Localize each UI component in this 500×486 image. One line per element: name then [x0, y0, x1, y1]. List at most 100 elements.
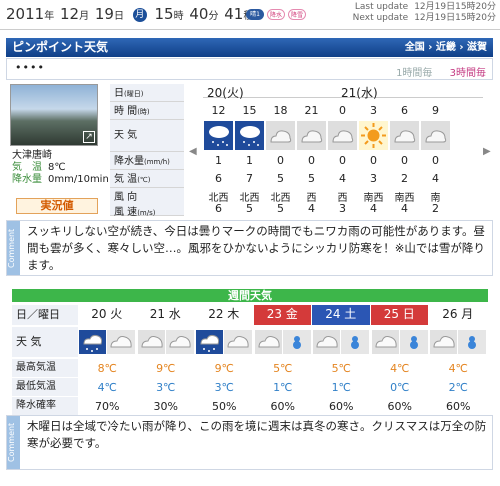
mode-pill-3[interactable]: 降雪 — [288, 9, 306, 20]
day-label-21: 21(水) — [341, 86, 378, 100]
current-datetime: 2011年 12月 19日 月 15時 40分 41秒 — [6, 5, 253, 23]
weekly-day-header: 21 水 — [149, 307, 181, 321]
weekly-max-temp: 5℃ — [273, 362, 293, 375]
wind-dir-cell: 西 — [337, 193, 348, 204]
weekly-min-temp: 3℃ — [214, 381, 234, 394]
mode-pill-1[interactable]: 晴1 — [246, 9, 264, 20]
weekly-cloud-rain-icon — [196, 330, 252, 354]
wind-dir-cell: 南 — [430, 193, 441, 204]
comment-tab: Comment — [7, 416, 20, 469]
row-label-precip: 降水量(mm/h) — [110, 152, 184, 170]
hour-cell: 21 — [304, 104, 319, 117]
weekly-col-label: 日／曜日 — [12, 305, 78, 325]
precip-cell: 0 — [277, 154, 284, 167]
row-label-day: 日(曜日) — [110, 84, 184, 102]
dots-indicator: •••• — [15, 61, 45, 74]
wind-speed-cell: 3 — [339, 202, 346, 215]
temp-cell: 6 — [215, 172, 222, 185]
weekly-max-temp: 8℃ — [97, 362, 117, 375]
temp-cell: 7 — [246, 172, 253, 185]
nav-link-shiga[interactable]: 滋賀 — [467, 42, 487, 53]
toggle-1h[interactable]: 1時間毎 — [396, 68, 432, 79]
sun-icon — [359, 121, 388, 150]
station-name: 大津唐崎 — [12, 150, 52, 161]
weekly-rain-cloud-icon — [79, 330, 135, 354]
weekly-pop: 50% — [212, 400, 237, 413]
cloud-icon — [297, 121, 326, 150]
hour-cell: 15 — [242, 104, 257, 117]
row-label-weather: 天 気 — [110, 120, 184, 152]
weekly-pop: 60% — [387, 400, 412, 413]
comment-box-pinpoint: Comment スッキリしない空が続き、今日は曇りマークの時間でもニワカ雨の可能… — [6, 220, 493, 276]
weekly-pop: 30% — [153, 400, 178, 413]
hour-cell: 3 — [370, 104, 377, 117]
precip-cell: 0 — [401, 154, 408, 167]
rain-icon — [204, 121, 233, 150]
weekly-pop: 60% — [446, 400, 471, 413]
weekly-min-temp: 4℃ — [97, 381, 117, 394]
row-label-temp: 気 温(℃) — [110, 170, 184, 188]
live-camera-photo[interactable]: ↗ — [10, 84, 98, 146]
precip-cell: 0 — [370, 154, 377, 167]
precip-cell: 0 — [308, 154, 315, 167]
weekly-cloud-snow-icon — [254, 330, 311, 354]
expand-icon[interactable]: ↗ — [83, 131, 95, 143]
temp-cell: 3 — [370, 172, 377, 185]
weekly-day-header: 23 金 — [253, 305, 311, 325]
station-temp: 8℃ — [48, 162, 66, 173]
next-arrow-icon[interactable]: ▶ — [483, 146, 491, 157]
nav-link-kinki[interactable]: 近畿 — [436, 42, 456, 53]
weekly-max-label: 最高気温 — [12, 359, 78, 377]
hour-cell: 6 — [401, 104, 408, 117]
cloud-icon — [421, 121, 450, 150]
live-observation-button[interactable]: 実況値 — [16, 198, 98, 214]
weekly-day-header: 20 火 — [91, 307, 123, 321]
weekly-cloud-snow-icon — [313, 330, 369, 354]
wind-dir-cell: 西 — [306, 193, 317, 204]
wind-speed-cell: 5 — [246, 202, 253, 215]
weekly-pop: 60% — [270, 400, 295, 413]
temp-cell: 4 — [432, 172, 439, 185]
comment-box-weekly: Comment 木曜日は全域で冷たい雨が降り、この雨を境に週末は真冬の寒さ。クリ… — [6, 415, 493, 470]
nav-link-all[interactable]: 全国 — [405, 42, 425, 53]
wind-dir-cell: 南西 — [394, 193, 415, 204]
weekly-title: 週間天気 — [12, 289, 488, 302]
weekly-cloud-snow-icon — [430, 330, 486, 354]
weekly-cloud-icon — [137, 330, 194, 354]
weekly-min-temp: 1℃ — [331, 381, 351, 394]
wind-speed-cell: 4 — [308, 202, 315, 215]
weekly-min-temp: 0℃ — [390, 381, 410, 394]
mode-pills: 晴1 降水 降雪 — [246, 9, 306, 20]
comment-tab: Comment — [7, 221, 20, 275]
view-toggle-bar: •••• 1時間毎 3時間毎 — [6, 58, 493, 80]
precip-cell: 0 — [339, 154, 346, 167]
comment-text-pinpoint: スッキリしない空が続き、今日は曇りマークの時間でもニワカ雨の可能性があります。昼… — [27, 224, 486, 272]
weekly-weather-label: 天 気 — [12, 327, 78, 357]
weekly-pop-label: 降水確率 — [12, 397, 78, 415]
weekly-max-temp: 5℃ — [331, 362, 351, 375]
weekly-max-temp: 4℃ — [390, 362, 410, 375]
weekly-min-temp: 3℃ — [156, 381, 176, 394]
weekly-pop: 60% — [329, 400, 354, 413]
row-label-wind: 風 向風 速(m/s) — [110, 188, 184, 218]
cloud-icon — [328, 121, 357, 150]
update-info: Last update 12月19日15時20分 Next update 12月19… — [352, 2, 496, 23]
wind-speed-cell: 5 — [277, 202, 284, 215]
weekly-pop: 70% — [95, 400, 120, 413]
weekly-max-temp: 9℃ — [156, 362, 176, 375]
breadcrumb: 全国 › 近畿 › 滋賀 — [404, 42, 487, 53]
station-precip: 0mm/10min — [48, 174, 109, 185]
top-bar: 2011年 12月 19日 月 15時 40分 41秒 晴1 降水 降雪 Las… — [0, 0, 500, 30]
prev-arrow-icon[interactable]: ◀ — [189, 146, 197, 157]
panel-title: ピンポイント天気 — [12, 40, 109, 54]
wind-speed-cell: 2 — [432, 202, 439, 215]
wind-speed-cell: 4 — [370, 202, 377, 215]
hour-cell: 9 — [432, 104, 439, 117]
weekday-badge: 月 — [132, 7, 147, 22]
toggle-3h[interactable]: 3時間毎 — [450, 68, 486, 79]
day-row: 20(火) 21(水) — [203, 84, 483, 100]
precip-cell: 1 — [215, 154, 222, 167]
mode-pill-2[interactable]: 降水 — [267, 9, 285, 20]
precip-cell: 0 — [432, 154, 439, 167]
wind-speed-cell: 4 — [401, 202, 408, 215]
